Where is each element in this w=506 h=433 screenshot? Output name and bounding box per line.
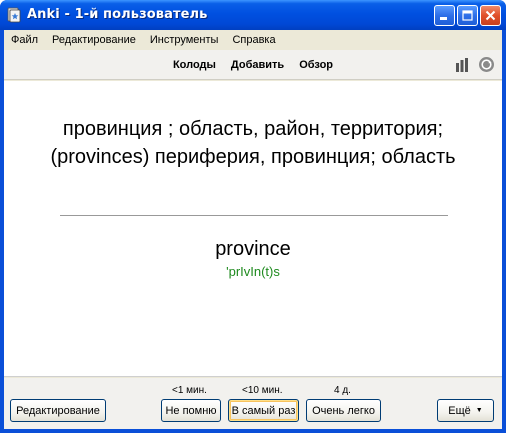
- minimize-icon: [440, 17, 447, 20]
- client-area: Файл Редактирование Инструменты Справка …: [4, 30, 502, 429]
- menu-edit[interactable]: Редактирование: [45, 30, 143, 50]
- decks-link[interactable]: Колоды: [173, 59, 216, 71]
- maximize-icon: [462, 10, 473, 21]
- interval-easy: 4 д.: [334, 385, 351, 396]
- main-toolbar: Колоды Добавить Обзор: [4, 50, 502, 80]
- more-button[interactable]: Ещё ▼: [437, 399, 494, 422]
- app-window: Anki - 1-й пользователь Файл Редактирова…: [0, 0, 506, 433]
- edit-card-button[interactable]: Редактирование: [10, 399, 106, 422]
- interval-good: <10 мин.: [242, 385, 283, 396]
- sync-icon[interactable]: [478, 56, 495, 73]
- maximize-button[interactable]: [457, 5, 478, 26]
- good-button[interactable]: В самый раз: [228, 399, 299, 422]
- add-link[interactable]: Добавить: [231, 59, 284, 71]
- again-button[interactable]: Не помню: [161, 399, 221, 422]
- menu-tools[interactable]: Инструменты: [143, 30, 226, 50]
- card-view: провинция ; область, район, территория; …: [4, 81, 502, 377]
- interval-again: <1 мин.: [172, 385, 207, 396]
- easy-button[interactable]: Очень легко: [306, 399, 381, 422]
- window-frame-bottom: [0, 429, 506, 433]
- window-title: Anki - 1-й пользователь: [27, 7, 208, 22]
- card-answer-word: province: [215, 238, 291, 260]
- stats-icon[interactable]: [455, 57, 470, 73]
- close-button[interactable]: [480, 5, 501, 26]
- anki-app-icon: [7, 7, 21, 23]
- browse-link[interactable]: Обзор: [299, 59, 333, 71]
- more-button-label: Ещё: [448, 404, 471, 417]
- close-icon: [485, 10, 496, 21]
- answer-divider: [60, 215, 448, 216]
- menu-bar: Файл Редактирование Инструменты Справка: [4, 30, 502, 50]
- minimize-button[interactable]: [434, 5, 455, 26]
- dropdown-arrow-icon: ▼: [475, 407, 483, 414]
- title-bar[interactable]: Anki - 1-й пользователь: [0, 0, 506, 30]
- answer-bar: <1 мин. <10 мин. 4 д. Редактирование Не …: [4, 378, 502, 429]
- menu-file[interactable]: Файл: [4, 30, 45, 50]
- menu-help[interactable]: Справка: [225, 30, 282, 50]
- card-question: провинция ; область, район, территория; …: [50, 118, 456, 168]
- card-answer-pronunciation: 'prIvIn(t)s: [226, 264, 280, 279]
- window-frame-right: [502, 30, 506, 433]
